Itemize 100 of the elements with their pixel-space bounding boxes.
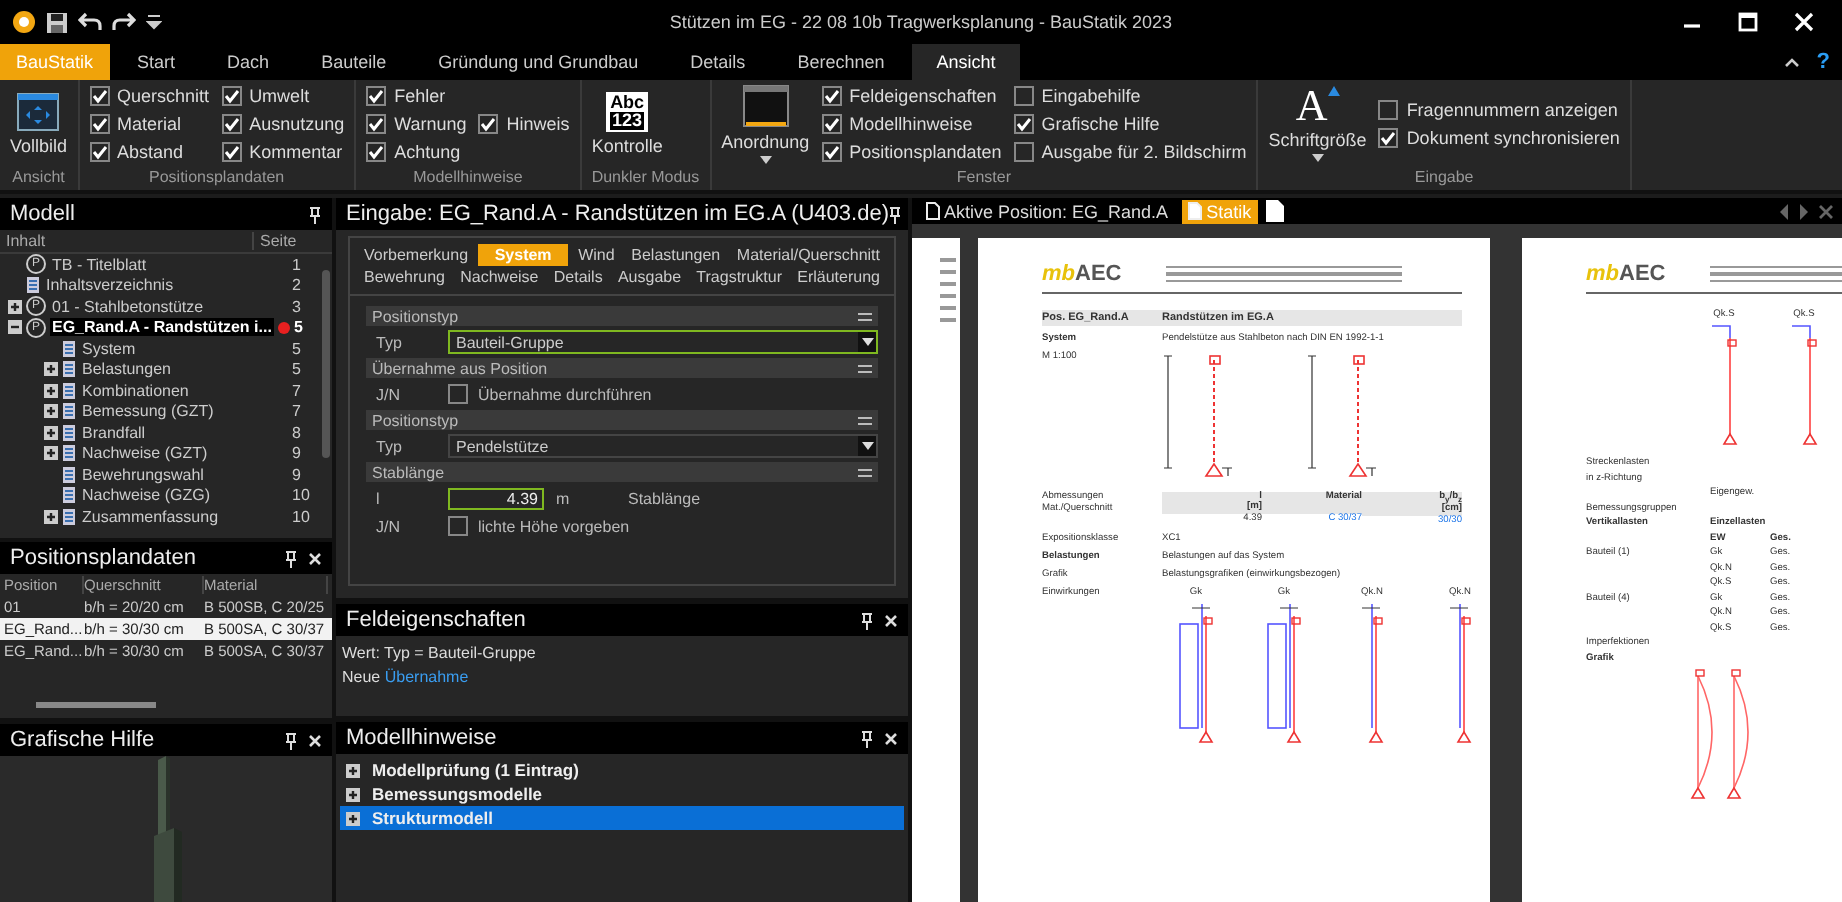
app-logo-icon[interactable] xyxy=(12,10,36,34)
expander-icon[interactable] xyxy=(8,320,22,335)
next-icon[interactable] xyxy=(1798,203,1810,219)
collapse-icon[interactable] xyxy=(858,363,872,373)
ribbon-tab[interactable]: Berechnen xyxy=(773,44,909,80)
section-header-bar[interactable]: Übernahme aus Position xyxy=(366,358,878,378)
pin-icon[interactable] xyxy=(888,205,903,223)
expander-icon[interactable] xyxy=(44,383,58,398)
checkbox[interactable]: Eingabehilfe xyxy=(1013,86,1247,106)
ribbon-tab[interactable]: Start xyxy=(113,44,200,80)
hint-item[interactable]: Strukturmodell xyxy=(340,806,904,830)
ribbon-tab[interactable]: Ansicht xyxy=(912,44,1020,80)
checkbox[interactable]: Feldeigenschaften xyxy=(821,86,1002,106)
tree-item[interactable]: Nachweise (GZT) xyxy=(80,444,210,463)
save-icon[interactable] xyxy=(46,11,68,33)
expander-icon[interactable] xyxy=(44,362,58,377)
tab[interactable]: Bewehrung xyxy=(358,266,451,288)
expander-icon[interactable] xyxy=(44,446,58,461)
section-header-bar[interactable]: Positionstyp xyxy=(366,306,878,326)
tab[interactable]: Details xyxy=(547,266,609,288)
checkbox[interactable]: Dokument synchronisieren xyxy=(1378,128,1620,148)
collapse-icon[interactable] xyxy=(858,415,872,425)
ribbon-button[interactable]: A Schriftgröße xyxy=(1268,86,1367,162)
window-title: Stützen im EG - 22 08 10b Tragwerksplanung - BauStatik 2023 xyxy=(667,12,1175,32)
ribbon-tab[interactable]: Bauteile xyxy=(297,44,411,80)
ribbon-tab[interactable]: Details xyxy=(666,44,770,80)
pin-icon[interactable] xyxy=(284,731,298,749)
tree-item[interactable]: EG_Rand.A - Randstützen i... xyxy=(50,318,274,337)
checkbox[interactable]: Modellhinweise xyxy=(821,114,1002,134)
new-page-icon[interactable] xyxy=(1265,200,1284,222)
tab[interactable]: Erläuterung xyxy=(791,266,886,288)
checkbox[interactable]: Kommentar xyxy=(221,142,345,162)
tab[interactable]: Ausgabe xyxy=(611,266,688,288)
checkbox[interactable]: Ausgabe für 2. Bildschirm xyxy=(1013,142,1247,162)
checkbox[interactable]: Übernahme durchführen xyxy=(448,384,652,404)
tree-item[interactable]: Brandfall xyxy=(80,423,148,442)
hint-item[interactable]: Modellprüfung (1 Eintrag) xyxy=(340,758,904,782)
tab[interactable]: Vorbemerkung xyxy=(358,244,475,266)
tree-item[interactable]: Kombinationen xyxy=(80,381,191,400)
input-field[interactable]: 4.39 xyxy=(448,487,544,509)
tab[interactable]: Wind xyxy=(572,244,621,266)
checkbox[interactable]: Material xyxy=(89,114,210,134)
pin-icon[interactable] xyxy=(860,611,874,629)
column-header[interactable]: Inhalt xyxy=(6,232,252,250)
redo-icon[interactable] xyxy=(112,12,136,32)
checkbox[interactable]: Fehler xyxy=(366,86,467,106)
expander-icon[interactable] xyxy=(44,404,58,419)
tree-item[interactable]: Belastungen xyxy=(80,360,173,379)
checkbox[interactable]: Fragennummern anzeigen xyxy=(1378,100,1620,120)
tree-item[interactable]: 01 - Stahlbetonstütze xyxy=(50,297,206,316)
checkbox[interactable]: Grafische Hilfe xyxy=(1013,114,1247,134)
ribbon-button[interactable]: Anordnung xyxy=(721,84,810,164)
load-diagram-drawing xyxy=(1266,601,1302,744)
tree-item[interactable]: Bewehrungswahl xyxy=(80,465,206,484)
expander-icon[interactable] xyxy=(44,425,58,440)
tab[interactable]: Tragstruktur xyxy=(690,266,788,288)
ribbon-tab[interactable]: Gründung und Grundbau xyxy=(414,44,663,80)
pin-icon[interactable] xyxy=(308,205,322,223)
ribbon-button[interactable]: Abc 123 Kontrolle xyxy=(591,92,663,156)
checkbox[interactable]: Abstand xyxy=(89,142,210,162)
tab[interactable]: Nachweise xyxy=(454,266,545,288)
tree-item[interactable]: System xyxy=(80,339,138,358)
previous-icon[interactable] xyxy=(1778,203,1790,219)
collapse-icon[interactable] xyxy=(858,311,872,321)
ribbon-button[interactable]: Vollbild xyxy=(10,92,68,156)
checkbox[interactable]: Hinweis xyxy=(478,114,570,134)
checkbox[interactable]: Positionsplandaten xyxy=(821,142,1002,162)
collapse-ribbon-icon[interactable] xyxy=(1784,56,1801,68)
tree-item[interactable]: Inhaltsverzeichnis xyxy=(44,276,176,295)
tab[interactable]: Belastungen xyxy=(625,244,727,266)
dropdown-field[interactable]: Bauteil-Gruppe xyxy=(448,330,878,354)
checkbox[interactable]: lichte Höhe vorgeben xyxy=(448,516,630,536)
collapse-icon[interactable] xyxy=(858,467,872,477)
tree-item[interactable]: Bemessung (GZT) xyxy=(80,402,216,421)
checkbox[interactable]: Querschnitt xyxy=(89,86,210,106)
expander-icon[interactable] xyxy=(44,509,58,524)
scrollbar[interactable] xyxy=(36,702,156,708)
checkbox[interactable]: Warnung xyxy=(366,114,467,134)
help-button[interactable]: ? xyxy=(1816,44,1830,80)
section-header-bar[interactable]: Positionstyp xyxy=(366,410,878,430)
checkbox[interactable]: Achtung xyxy=(366,142,467,162)
checkbox[interactable]: Umwelt xyxy=(221,86,345,106)
column-header[interactable]: Seite xyxy=(252,232,312,250)
dropdown-field[interactable]: Pendelstütze xyxy=(448,434,878,458)
tree-item[interactable]: TB - Titelblatt xyxy=(50,255,149,274)
tab[interactable]: Material/Querschnitt xyxy=(730,244,886,266)
scrollbar[interactable] xyxy=(322,270,330,458)
expander-icon[interactable] xyxy=(8,299,22,314)
ribbon-tab[interactable]: Dach xyxy=(203,44,294,80)
pin-icon[interactable] xyxy=(860,729,874,747)
tab[interactable]: Aktive Position: EG_Rand.A xyxy=(920,199,1175,223)
tree-item[interactable]: Zusammenfassung xyxy=(80,507,221,526)
section-header-bar[interactable]: Stablänge xyxy=(366,462,878,482)
tree-item[interactable]: Nachweise (GZG) xyxy=(80,486,213,505)
pin-icon[interactable] xyxy=(284,549,298,567)
undo-icon[interactable] xyxy=(78,12,102,32)
dropdown-icon[interactable] xyxy=(146,14,162,30)
hint-item[interactable]: Bemessungsmodelle xyxy=(340,782,904,806)
checkbox[interactable]: Ausnutzung xyxy=(221,114,345,134)
link[interactable]: Übernahme xyxy=(384,668,469,686)
